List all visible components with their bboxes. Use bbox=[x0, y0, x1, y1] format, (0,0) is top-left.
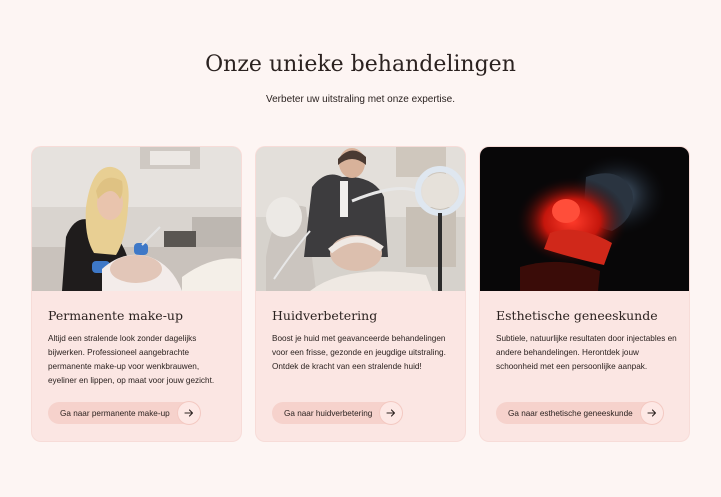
treatment-card-huidverbetering: Huidverbetering Boost je huid met geavan… bbox=[256, 147, 465, 441]
card-title: Esthetische geneeskunde bbox=[496, 308, 658, 323]
card-description: Altijd een stralende look zonder dagelij… bbox=[48, 334, 215, 385]
card-photo-esthetische-geneeskunde bbox=[480, 147, 689, 291]
button-label: Ga naar permanente make-up bbox=[60, 408, 170, 418]
card-description: Subtiele, natuurlijke resultaten door in… bbox=[496, 334, 677, 371]
card-title: Huidverbetering bbox=[272, 308, 378, 323]
go-to-permanente-make-up-button[interactable]: Ga naar permanente make-up bbox=[48, 402, 200, 424]
card-title: Permanente make-up bbox=[48, 308, 183, 323]
button-label: Ga naar esthetische geneeskunde bbox=[508, 408, 633, 418]
button-label: Ga naar huidverbetering bbox=[284, 408, 373, 418]
card-photo-permanente-make-up bbox=[32, 147, 241, 291]
arrow-right-icon bbox=[177, 402, 200, 424]
arrow-right-icon bbox=[380, 402, 403, 424]
treatment-card-permanente-make-up: Permanente make-up Altijd een stralende … bbox=[32, 147, 241, 441]
arrow-right-icon bbox=[640, 402, 663, 424]
go-to-esthetische-geneeskunde-button[interactable]: Ga naar esthetische geneeskunde bbox=[496, 402, 663, 424]
card-photo-huidverbetering bbox=[256, 147, 465, 291]
section-title: Onze unieke behandelingen bbox=[205, 52, 516, 77]
go-to-huidverbetering-button[interactable]: Ga naar huidverbetering bbox=[272, 402, 403, 424]
section-subtitle: Verbeter uw uitstraling met onze experti… bbox=[266, 94, 455, 105]
treatment-card-esthetische-geneeskunde: Esthetische geneeskunde Subtiele, natuur… bbox=[480, 147, 689, 441]
card-description: Boost je huid met geavanceerde behandeli… bbox=[272, 334, 446, 371]
